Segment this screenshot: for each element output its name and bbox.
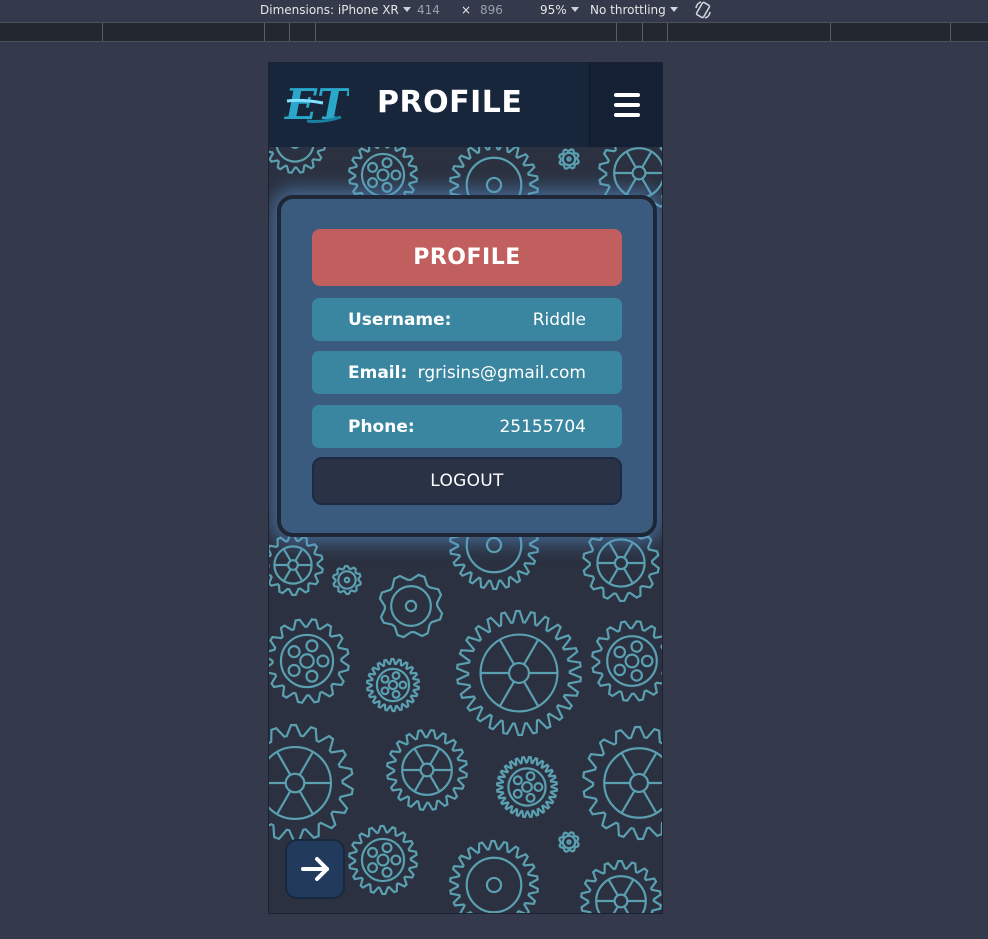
menu-button[interactable] [589, 63, 662, 147]
throttle-select[interactable]: No throttling [590, 3, 678, 17]
arrow-right-icon [301, 857, 329, 881]
devtools-toolbar: Dimensions: iPhone XR 414 × 896 95% No t… [0, 0, 988, 22]
page-title: PROFILE [377, 85, 523, 120]
zoom-select[interactable]: 95% [540, 3, 579, 17]
profile-card-title: PROFILE [312, 229, 622, 286]
device-select[interactable]: Dimensions: iPhone XR [260, 3, 411, 17]
chevron-down-icon [402, 7, 411, 12]
username-label: Username: [348, 309, 452, 330]
app-header: ET PROFILE [269, 63, 662, 147]
phone-value: 25155704 [499, 416, 586, 437]
next-button[interactable] [285, 839, 345, 899]
width-input[interactable]: 414 [417, 3, 440, 17]
phone-row: Phone: 25155704 [312, 405, 622, 448]
profile-card: PROFILE Username: Riddle Email: rgrisins… [277, 195, 657, 537]
height-input[interactable]: 896 [480, 3, 503, 17]
times-symbol: × [461, 3, 472, 17]
logout-button[interactable]: LOGOUT [312, 457, 622, 505]
logo[interactable]: ET [283, 79, 349, 129]
email-value: rgrisins@gmail.com [417, 362, 586, 383]
zoom-label: 95% [540, 3, 567, 17]
chevron-down-icon [570, 7, 579, 12]
phone-label: Phone: [348, 416, 415, 437]
throttle-label: No throttling [590, 3, 666, 17]
email-label: Email: [348, 362, 408, 383]
devtools-ruler [0, 22, 988, 42]
chevron-down-icon [669, 7, 678, 12]
email-row: Email: rgrisins@gmail.com [312, 351, 622, 394]
device-label: Dimensions: iPhone XR [260, 3, 399, 17]
phone-viewport: ET PROFILE PROFILE Username: Riddle Emai… [268, 62, 663, 914]
username-value: Riddle [532, 309, 586, 330]
username-row: Username: Riddle [312, 298, 622, 341]
rotate-icon[interactable] [694, 0, 712, 23]
